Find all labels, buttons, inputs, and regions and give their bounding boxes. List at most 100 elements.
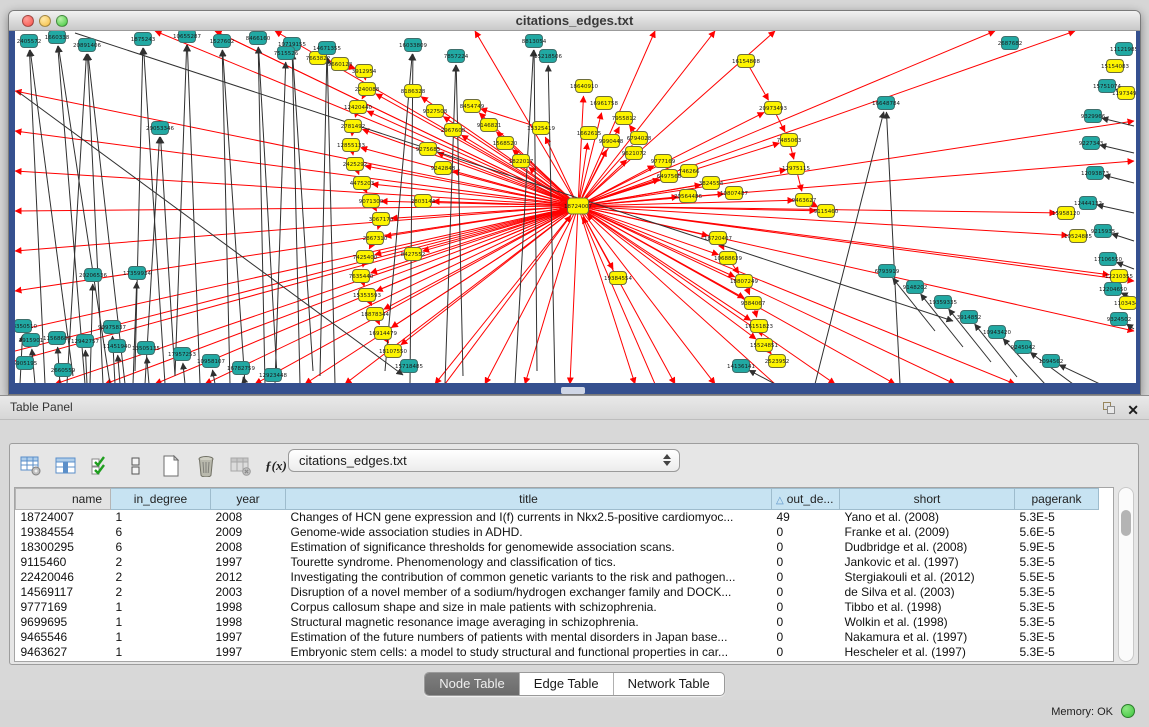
table-cell[interactable]: Disruption of a novel member of a sodium… (286, 585, 772, 600)
table-cell[interactable]: Stergiakouli et al. (2012) (840, 570, 1015, 585)
table-cell[interactable]: Dudbridge et al. (2008) (840, 540, 1015, 555)
table-cell[interactable]: 1 (111, 615, 211, 630)
tab-edge-table[interactable]: Edge Table (520, 673, 614, 695)
table-cell[interactable]: 6 (111, 540, 211, 555)
table-cell[interactable]: 0 (772, 615, 840, 630)
table-cell[interactable]: 5.3E-5 (1015, 555, 1099, 570)
table-cell[interactable]: 9115460 (16, 555, 111, 570)
table-cell[interactable]: 2 (111, 555, 211, 570)
tab-network-table[interactable]: Network Table (614, 673, 724, 695)
table-cell[interactable]: 49 (772, 510, 840, 526)
table-cell[interactable]: 1 (111, 510, 211, 526)
table-cell[interactable]: Hescheler et al. (1997) (840, 645, 1015, 660)
network-graph-canvas[interactable]: 1872400776638229660128391295422400881242… (15, 31, 1136, 383)
table-row[interactable]: 946362711997Embryonic stem cells: a mode… (16, 645, 1099, 660)
table-cell[interactable]: Changes of HCN gene expression and I(f) … (286, 510, 772, 526)
table-cell[interactable]: 6 (111, 525, 211, 540)
tab-node-table[interactable]: Node Table (425, 673, 520, 695)
table-cell[interactable]: Tibbo et al. (1998) (840, 600, 1015, 615)
column-header-name[interactable]: name (16, 489, 111, 510)
function-builder-icon[interactable]: ƒ(x) (265, 455, 287, 477)
table-mode-icon[interactable] (20, 455, 42, 477)
table-cell[interactable]: Structural magnetic resonance image aver… (286, 615, 772, 630)
float-panel-icon[interactable] (1103, 402, 1115, 414)
delete-column-icon[interactable] (230, 455, 252, 477)
table-row[interactable]: 1938455462009Genome-wide association stu… (16, 525, 1099, 540)
network-table-select[interactable]: citations_edges.txt (288, 449, 680, 472)
table-cell[interactable]: Genome-wide association studies in ADHD. (286, 525, 772, 540)
table-cell[interactable]: 0 (772, 645, 840, 660)
delete-table-icon[interactable] (195, 455, 217, 477)
show-column-icon[interactable] (55, 455, 77, 477)
table-row[interactable]: 977716911998Corpus callosum shape and si… (16, 600, 1099, 615)
close-panel-icon[interactable]: ✕ (1127, 399, 1139, 422)
table-row[interactable]: 1830029562008Estimation of significance … (16, 540, 1099, 555)
table-cell[interactable]: 2 (111, 585, 211, 600)
network-window-titlebar[interactable]: citations_edges.txt (9, 11, 1140, 31)
table-cell[interactable]: 5.3E-5 (1015, 615, 1099, 630)
table-row[interactable]: 911546021997Tourette syndrome. Phenomeno… (16, 555, 1099, 570)
table-cell[interactable]: 9465546 (16, 630, 111, 645)
create-table-icon[interactable] (160, 455, 182, 477)
table-cell[interactable]: 5.5E-5 (1015, 570, 1099, 585)
table-row[interactable]: 1456911722003Disruption of a novel membe… (16, 585, 1099, 600)
table-vertical-scrollbar[interactable] (1118, 487, 1134, 662)
column-header-out_de[interactable]: △out_de... (772, 489, 840, 510)
table-cell[interactable]: 19384554 (16, 525, 111, 540)
table-cell[interactable]: 2008 (211, 510, 286, 526)
table-cell[interactable]: 5.3E-5 (1015, 630, 1099, 645)
table-cell[interactable]: 0 (772, 555, 840, 570)
table-cell[interactable]: Wolkin et al. (1998) (840, 615, 1015, 630)
table-cell[interactable]: 9699695 (16, 615, 111, 630)
table-cell[interactable]: 14569117 (16, 585, 111, 600)
table-cell[interactable]: 1997 (211, 555, 286, 570)
table-cell[interactable]: 1 (111, 600, 211, 615)
memory-status-indicator[interactable] (1121, 704, 1135, 718)
table-cell[interactable]: Franke et al. (2009) (840, 525, 1015, 540)
table-row[interactable]: 1872400712008Changes of HCN gene express… (16, 510, 1099, 526)
table-cell[interactable]: Corpus callosum shape and size in male p… (286, 600, 772, 615)
table-cell[interactable]: 2012 (211, 570, 286, 585)
table-cell[interactable]: 18724007 (16, 510, 111, 526)
table-cell[interactable]: 2008 (211, 540, 286, 555)
table-cell[interactable]: 1 (111, 630, 211, 645)
row-height-icon[interactable] (125, 455, 147, 477)
table-cell[interactable]: 1998 (211, 600, 286, 615)
table-cell[interactable]: Tourette syndrome. Phenomenology and cla… (286, 555, 772, 570)
window-resize-handle[interactable] (561, 387, 585, 394)
table-cell[interactable]: 22420046 (16, 570, 111, 585)
table-cell[interactable]: 0 (772, 570, 840, 585)
table-cell[interactable]: 5.3E-5 (1015, 600, 1099, 615)
table-cell[interactable]: 0 (772, 600, 840, 615)
select-rows-icon[interactable] (90, 455, 112, 477)
table-row[interactable]: 969969511998Structural magnetic resonanc… (16, 615, 1099, 630)
table-cell[interactable]: 1997 (211, 645, 286, 660)
table-cell[interactable]: 5.3E-5 (1015, 585, 1099, 600)
scrollbar-thumb[interactable] (1121, 510, 1131, 536)
table-cell[interactable]: 2003 (211, 585, 286, 600)
column-header-in_degree[interactable]: in_degree (111, 489, 211, 510)
table-cell[interactable]: 5.3E-5 (1015, 645, 1099, 660)
table-cell[interactable]: 2009 (211, 525, 286, 540)
table-cell[interactable]: de Silva et al. (2003) (840, 585, 1015, 600)
table-cell[interactable]: 5.6E-5 (1015, 525, 1099, 540)
table-cell[interactable]: Estimation of significance thresholds fo… (286, 540, 772, 555)
column-header-year[interactable]: year (211, 489, 286, 510)
column-header-short[interactable]: short (840, 489, 1015, 510)
table-cell[interactable]: 5.3E-5 (1015, 510, 1099, 526)
table-cell[interactable]: Investigating the contribution of common… (286, 570, 772, 585)
table-cell[interactable]: 0 (772, 525, 840, 540)
table-cell[interactable]: Embryonic stem cells: a model to study s… (286, 645, 772, 660)
table-cell[interactable]: 1997 (211, 630, 286, 645)
table-cell[interactable]: Estimation of the future numbers of pati… (286, 630, 772, 645)
table-cell[interactable]: 1998 (211, 615, 286, 630)
table-row[interactable]: 946554611997Estimation of the future num… (16, 630, 1099, 645)
table-cell[interactable]: 0 (772, 630, 840, 645)
table-row[interactable]: 2242004622012Investigating the contribut… (16, 570, 1099, 585)
table-cell[interactable]: 0 (772, 585, 840, 600)
table-cell[interactable]: 18300295 (16, 540, 111, 555)
column-header-pagerank[interactable]: pagerank (1015, 489, 1099, 510)
table-cell[interactable]: Jankovic et al. (1997) (840, 555, 1015, 570)
table-cell[interactable]: Yano et al. (2008) (840, 510, 1015, 526)
table-cell[interactable]: Nakamura et al. (1997) (840, 630, 1015, 645)
